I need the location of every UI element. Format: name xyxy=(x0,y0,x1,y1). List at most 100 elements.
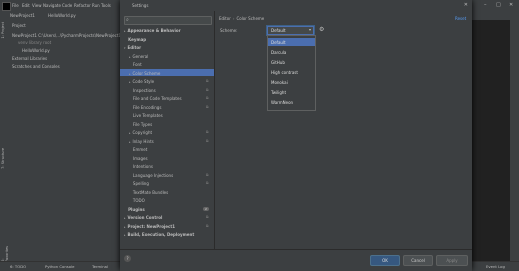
tree-item-label: Plugins xyxy=(128,206,145,212)
menu-run[interactable]: Run xyxy=(92,3,100,8)
project-config-icon: ⧉ xyxy=(206,215,209,219)
tree-item-inlay-hints[interactable]: ▸ Inlay Hints xyxy=(129,139,154,144)
apply-button[interactable]: Apply xyxy=(436,255,468,266)
help-button[interactable]: ? xyxy=(124,255,131,262)
tree-item-label: Font xyxy=(132,62,142,67)
tree-item-file-types[interactable]: File Types xyxy=(129,122,152,127)
status-python-console[interactable]: Python Console xyxy=(45,264,74,269)
chevron-right-icon xyxy=(129,106,131,110)
tree-item-textmate-bundles[interactable]: TextMate Bundles xyxy=(129,190,168,195)
menu-view[interactable]: View xyxy=(32,3,42,8)
menu-refactor[interactable]: Refactor xyxy=(74,3,91,8)
tree-item-file-and-code-templates[interactable]: File and Code Templates xyxy=(129,96,182,101)
menu-tools[interactable]: Tools xyxy=(101,3,111,8)
scheme-option-warmneon[interactable]: WarmNeon xyxy=(268,98,315,106)
tree-external-libraries[interactable]: External Libraries xyxy=(12,56,47,61)
chevron-right-icon xyxy=(124,208,126,212)
tree-item-build-execution-deployment[interactable]: ▸ Build, Execution, Deployment xyxy=(124,232,194,237)
tree-item-emmet[interactable]: Emmet xyxy=(129,147,147,152)
cancel-button[interactable]: Cancel xyxy=(403,255,433,266)
editor-code-strip xyxy=(470,20,510,261)
tree-item-copyright[interactable]: ▸ Copyright xyxy=(129,130,152,135)
chevron-right-icon: ▸ xyxy=(124,224,126,229)
minimize-icon[interactable]: – xyxy=(484,2,487,8)
tree-item-label: Live Templates xyxy=(132,113,163,118)
tree-root[interactable]: NewProject1 C:\Users\...\PycharmProjects… xyxy=(12,33,121,38)
dialog-button-bar: ? OK Cancel Apply xyxy=(120,249,472,271)
scheme-option-monokai[interactable]: Monokai xyxy=(268,78,315,86)
status-event-log[interactable]: Event Log xyxy=(486,264,505,269)
breadcrumb: Editor › Color Scheme xyxy=(219,16,264,21)
tree-item-plugins[interactable]: Plugins xyxy=(124,207,145,212)
tree-item-inspections[interactable]: Inspections xyxy=(129,88,156,93)
scheme-option-github[interactable]: GitHub xyxy=(268,58,315,66)
tree-item-label: Spelling xyxy=(132,181,149,186)
chevron-right-icon xyxy=(124,38,126,42)
close-icon[interactable]: ✕ xyxy=(464,2,468,8)
tree-file[interactable]: HelloWorld.py xyxy=(22,48,50,53)
breadcrumb-parent[interactable]: Editor xyxy=(219,16,231,21)
tree-item-language-injections[interactable]: Language Injections xyxy=(129,173,173,178)
scheme-option-darcula[interactable]: Darcula xyxy=(268,48,315,56)
project-config-icon: ⧉ xyxy=(206,223,209,228)
reset-link[interactable]: Reset xyxy=(455,16,466,21)
scheme-select[interactable]: Default ▾ xyxy=(267,26,314,35)
close-window-icon[interactable]: ✕ xyxy=(509,2,513,8)
tree-item-font[interactable]: Font xyxy=(129,62,142,67)
project-header[interactable]: Project xyxy=(12,23,26,28)
project-panel: Project NewProject1 C:\Users\...\Pycharm… xyxy=(8,20,128,261)
tree-item-file-encodings[interactable]: File Encodings xyxy=(129,105,161,110)
chevron-right-icon xyxy=(129,191,131,195)
menu-navigate[interactable]: Navigate xyxy=(43,3,61,8)
tree-item-live-templates[interactable]: Live Templates xyxy=(129,113,163,118)
tree-item-label: Copyright xyxy=(132,130,153,135)
settings-dialog: Settings ✕ ⌕ ▸ Appearance & Behavior Keym… xyxy=(120,0,472,271)
maximize-icon[interactable]: □ xyxy=(496,2,501,8)
chevron-right-icon xyxy=(129,165,131,169)
tree-item-images[interactable]: Images xyxy=(129,156,148,161)
dialog-title-bar: Settings ✕ xyxy=(120,0,472,11)
tree-item-version-control[interactable]: ▸ Version Control xyxy=(124,215,162,220)
tree-item-appearance-behavior[interactable]: ▸ Appearance & Behavior xyxy=(124,28,181,33)
chevron-right-icon xyxy=(129,114,131,118)
status-todo[interactable]: 6: TODO xyxy=(10,264,26,269)
tree-item-spelling[interactable]: Spelling xyxy=(129,181,149,186)
scheme-option-default[interactable]: Default xyxy=(268,38,315,46)
settings-content-pane: Editor › Color Scheme Reset Scheme: Defaul… xyxy=(215,11,472,249)
tree-item-label: Color Scheme xyxy=(132,70,161,76)
tree-item-color-scheme[interactable]: ▸ Color Scheme xyxy=(129,71,160,76)
tree-item-project-newproject1[interactable]: ▸ Project: NewProject1 xyxy=(124,224,175,229)
ok-button[interactable]: OK xyxy=(370,255,400,266)
gear-icon[interactable]: ⚙ xyxy=(319,26,324,33)
tree-item-todo[interactable]: TODO xyxy=(129,198,145,203)
plugins-update-badge: 2 xyxy=(203,207,209,211)
chevron-down-icon: ▾ xyxy=(124,46,126,50)
scheme-option-high-contrast[interactable]: High contrast xyxy=(268,68,315,76)
menu-file[interactable]: File xyxy=(12,3,19,8)
nav-project[interactable]: NewProject1 xyxy=(10,13,35,18)
tab-project[interactable]: 1: Project xyxy=(1,22,5,39)
tree-item-code-style[interactable]: ▸ Code Style xyxy=(129,79,154,84)
tree-item-label: Version Control xyxy=(127,215,163,220)
scheme-option-twilight[interactable]: Twilight xyxy=(268,88,315,96)
project-config-icon: ⧉ xyxy=(206,181,209,185)
tree-item-keymap[interactable]: Keymap xyxy=(124,37,146,42)
tree-item-editor[interactable]: ▾ Editor xyxy=(124,45,141,50)
tree-item-general[interactable]: ▸ General xyxy=(129,54,148,59)
tree-item-label: Keymap xyxy=(128,36,147,42)
tree-scratches[interactable]: Scratches and Consoles xyxy=(12,64,60,69)
menu-edit[interactable]: Edit xyxy=(22,3,30,8)
status-terminal[interactable]: Terminal xyxy=(92,264,108,269)
project-config-icon: ⧉ xyxy=(206,130,209,134)
tab-structure[interactable]: 7: Structure xyxy=(1,148,5,169)
breadcrumb-separator: › xyxy=(232,16,235,21)
tree-item-label: Build, Execution, Deployment xyxy=(127,232,195,237)
search-input[interactable]: ⌕ xyxy=(124,16,212,25)
nav-file[interactable]: HelloWorld.py xyxy=(48,13,76,18)
chevron-right-icon: ▸ xyxy=(129,131,131,135)
project-config-icon: ⧉ xyxy=(206,96,209,100)
tree-venv[interactable]: venv library root xyxy=(18,40,51,45)
tree-item-intentions[interactable]: Intentions xyxy=(129,164,153,169)
dialog-title: Settings xyxy=(132,3,149,8)
menu-code[interactable]: Code xyxy=(62,3,72,8)
